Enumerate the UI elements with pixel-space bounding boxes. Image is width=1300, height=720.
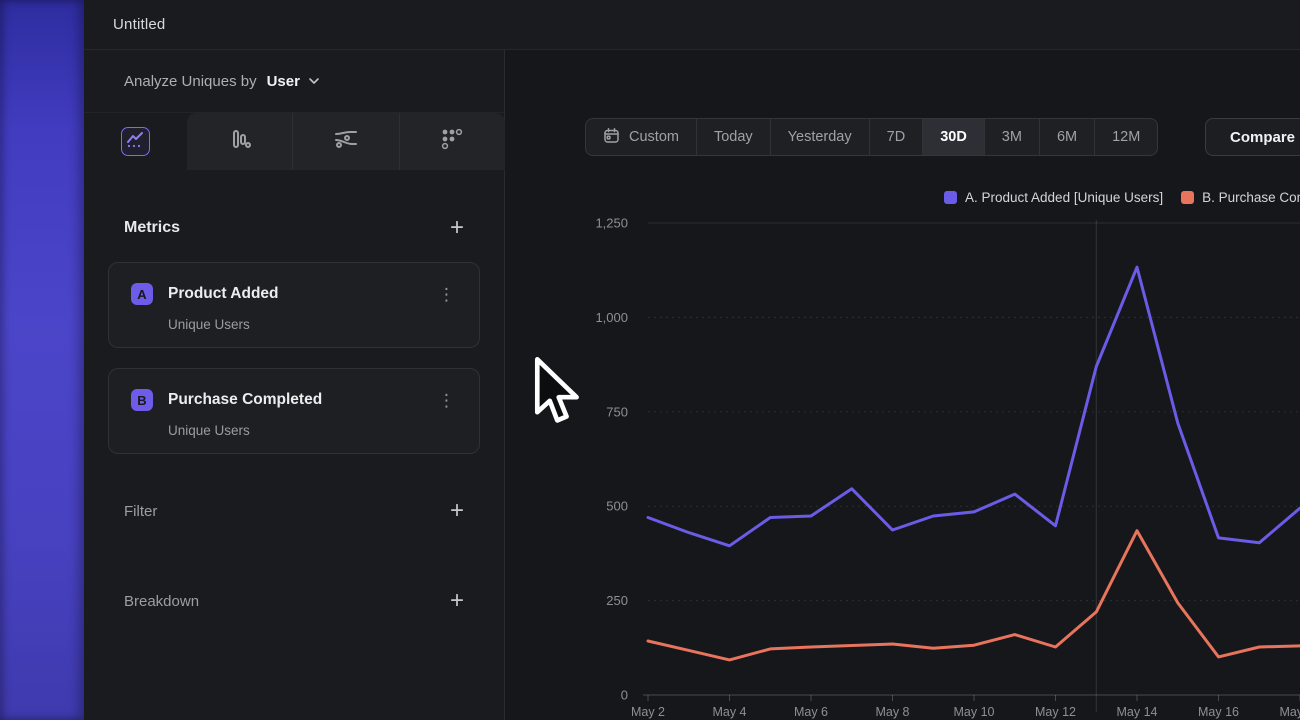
metric-title[interactable]: Product Added xyxy=(168,285,279,303)
kebab-menu-icon[interactable]: ⋮ xyxy=(434,284,459,305)
metrics-label: Metrics xyxy=(124,219,180,237)
tab-bar-chart[interactable] xyxy=(187,113,292,170)
svg-text:May 2: May 2 xyxy=(631,705,665,719)
add-filter-button[interactable]: + xyxy=(450,499,464,523)
metric-title[interactable]: Purchase Completed xyxy=(168,391,322,409)
sidebar: Analyze Uniques by User xyxy=(84,50,505,720)
top-bar: Untitled xyxy=(84,0,1300,50)
breakdown-section: Breakdown + xyxy=(84,586,505,616)
svg-text:500: 500 xyxy=(606,499,628,514)
filter-label: Filter xyxy=(124,503,157,520)
report-title[interactable]: Untitled xyxy=(113,16,165,33)
tab-line-chart[interactable] xyxy=(121,127,150,156)
breakdown-label: Breakdown xyxy=(124,593,199,610)
svg-text:May 12: May 12 xyxy=(1035,705,1076,719)
retention-grid-icon xyxy=(440,127,464,156)
add-breakdown-button[interactable]: + xyxy=(450,589,464,613)
line-chart-icon xyxy=(125,129,146,155)
svg-text:1,000: 1,000 xyxy=(595,310,628,325)
flow-funnel-icon xyxy=(332,127,360,156)
tab-flow-funnel[interactable] xyxy=(292,113,398,170)
svg-text:0: 0 xyxy=(621,688,628,703)
svg-text:May 16: May 16 xyxy=(1198,705,1239,719)
line-chart[interactable]: 0 250 500 750 1,000 1,250 May 2 May 4 May 6 May 8… xyxy=(505,50,1300,720)
view-tabs xyxy=(84,113,504,171)
metrics-header: Metrics + xyxy=(84,213,505,243)
metric-badge-b: B xyxy=(131,389,153,411)
svg-text:May 10: May 10 xyxy=(954,705,995,719)
analyze-uniques-label: Analyze Uniques by xyxy=(124,73,257,90)
chart-panel: CustomTodayYesterday7D30D3M6M12M Compare… xyxy=(505,50,1300,720)
svg-text:May 18: May 18 xyxy=(1280,705,1300,719)
svg-text:250: 250 xyxy=(606,593,628,608)
bar-chart-icon xyxy=(227,126,253,157)
add-metric-button[interactable]: + xyxy=(450,216,464,240)
svg-text:May 6: May 6 xyxy=(794,705,828,719)
app-window: Untitled Analyze Uniques by User xyxy=(0,0,1300,720)
analyze-by-dropdown[interactable]: User xyxy=(267,73,300,90)
left-accent-strip xyxy=(0,0,84,720)
analyze-uniques-row: Analyze Uniques by User xyxy=(84,50,504,113)
metric-badge-a: A xyxy=(131,283,153,305)
filter-section: Filter + xyxy=(84,496,505,526)
metric-card-a[interactable]: A Product Added ⋮ Unique Users xyxy=(108,262,480,348)
svg-text:May 8: May 8 xyxy=(875,705,909,719)
view-tab-strip xyxy=(187,113,505,170)
chevron-down-icon[interactable] xyxy=(308,77,320,85)
tab-retention-grid[interactable] xyxy=(399,113,505,170)
svg-text:1,250: 1,250 xyxy=(595,216,628,231)
svg-text:May 14: May 14 xyxy=(1117,705,1158,719)
svg-text:750: 750 xyxy=(606,404,628,419)
metric-subtitle[interactable]: Unique Users xyxy=(168,423,459,438)
metric-subtitle[interactable]: Unique Users xyxy=(168,317,459,332)
kebab-menu-icon[interactable]: ⋮ xyxy=(434,390,459,411)
svg-text:May 4: May 4 xyxy=(712,705,746,719)
metric-card-b[interactable]: B Purchase Completed ⋮ Unique Users xyxy=(108,368,480,454)
